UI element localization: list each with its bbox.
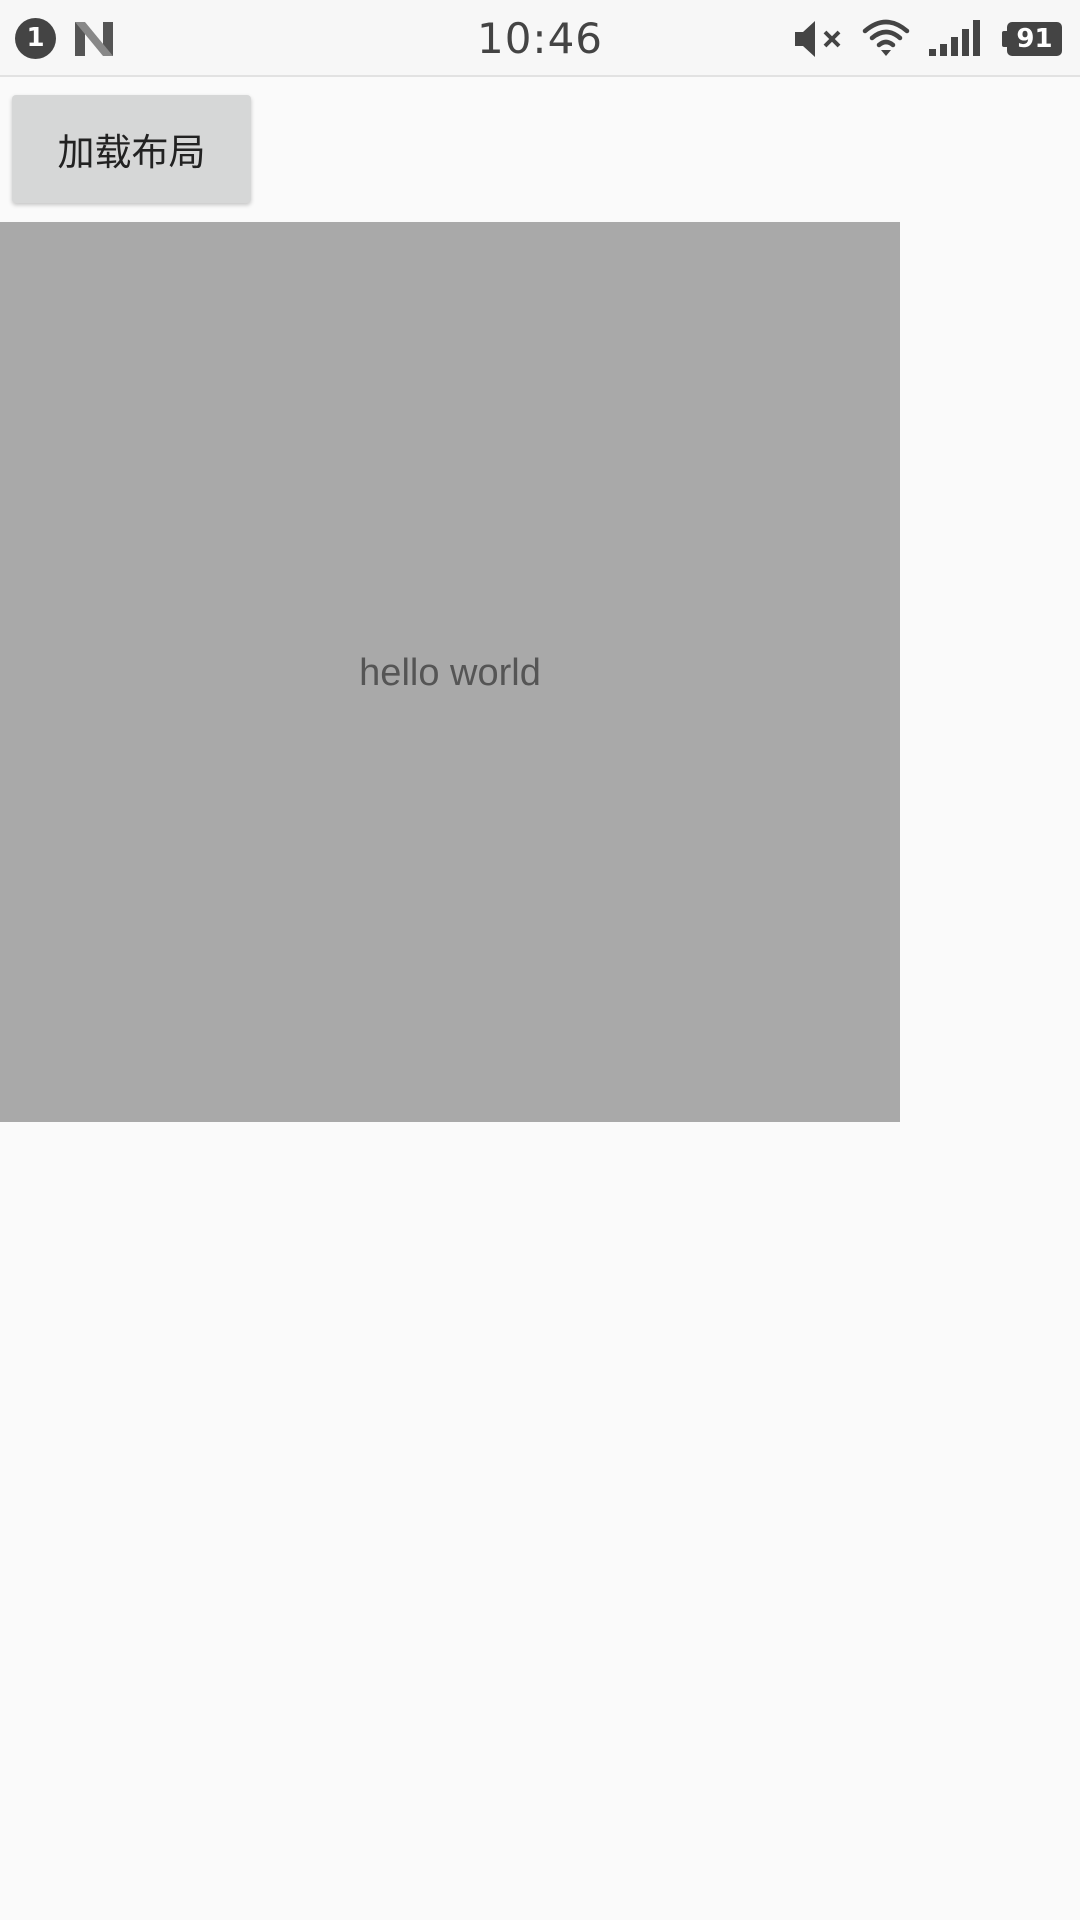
- signal-icon: [929, 20, 980, 56]
- status-bar: 1 10:46 91: [0, 0, 1080, 77]
- app-screen: 1 10:46 91 加载布局 hello world: [0, 0, 1080, 1920]
- wifi-icon: [862, 19, 910, 56]
- battery-icon: 91: [1002, 22, 1062, 56]
- inflated-layout-view: hello world: [0, 222, 900, 1122]
- status-clock: 10:46: [476, 14, 604, 63]
- load-layout-button[interactable]: 加载布局: [12, 95, 251, 203]
- hello-world-text: hello world: [359, 652, 541, 694]
- battery-level: 91: [1007, 22, 1062, 56]
- mute-icon: [795, 21, 841, 57]
